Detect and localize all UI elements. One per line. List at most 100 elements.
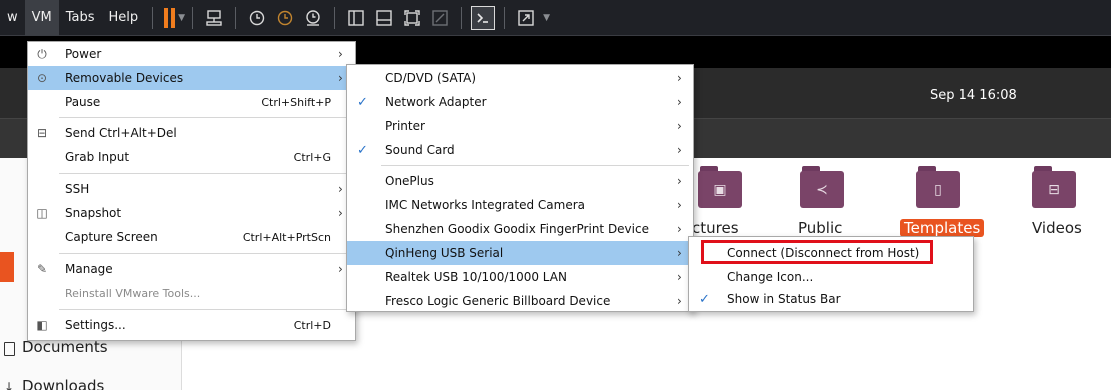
menu-item-label: Removable Devices [65,71,184,85]
menu-item-grab-input[interactable]: Grab Input Ctrl+G [28,145,355,169]
menu-item-oneplus[interactable]: OnePlus › [347,169,693,193]
check-icon: ✓ [357,94,368,110]
folder-label-pictures[interactable]: ctures [692,219,739,237]
toolbar-separator [152,6,154,29]
keyboard-network-icon: ⊟ [36,126,48,140]
folder-videos[interactable]: ⊟ [1032,166,1076,208]
menu-item-label: Power [65,47,102,61]
pause-icon[interactable] [164,7,176,28]
menu-item-label: Snapshot [65,206,122,220]
chevron-right-icon: › [338,206,343,220]
menu-item-label: Settings... [65,318,126,332]
menu-item-label: Send Ctrl+Alt+Del [65,126,177,140]
shortcut-label: Ctrl+D [293,318,331,332]
folder-label-templates[interactable]: Templates [900,219,985,237]
share-icon: ≺ [800,171,844,208]
menu-item-capture-screen[interactable]: Capture Screen Ctrl+Alt+PrtScn [28,225,355,249]
menu-item-label: CD/DVD (SATA) [385,71,477,85]
menu-separator [59,253,351,254]
toolbar-separator [461,6,463,29]
chevron-down-icon[interactable]: ▼ [543,13,550,23]
pictures-icon: ▣ [698,171,742,208]
menu-item-removable-devices[interactable]: ⊙ Removable Devices › [28,66,355,90]
menu-item-label: Pause [65,95,101,109]
highlight-box [701,240,933,264]
folder-label-videos[interactable]: Videos [1032,219,1082,237]
shortcut-label: Ctrl+Shift+P [261,95,331,109]
send-ctrl-alt-del-icon[interactable] [202,6,226,30]
menu-vm[interactable]: VM [24,0,59,36]
usb-device-icon: ⊙ [36,71,48,85]
console-view-icon[interactable] [471,5,496,30]
menu-item-snapshot[interactable]: ◫ Snapshot › [28,201,355,225]
sidebar-item-downloads[interactable]: Downloads [22,377,104,390]
chevron-right-icon: › [677,246,682,260]
thumbnail-bar-icon[interactable] [372,6,396,30]
menu-item-cd-dvd[interactable]: CD/DVD (SATA) › [347,66,693,90]
folder-templates[interactable]: ▯ [916,166,960,208]
check-icon: ✓ [357,142,368,158]
chevron-right-icon: › [677,95,682,109]
menu-item-label: SSH [65,182,90,196]
stretch-guest-icon[interactable] [514,6,538,30]
documents-icon [4,342,15,356]
downloads-icon: ↓ [4,380,15,390]
chevron-down-icon[interactable]: ▼ [178,13,185,23]
menu-item-label: Reinstall VMware Tools... [65,286,201,300]
menu-help[interactable]: Help [102,0,146,36]
full-screen-icon[interactable] [400,6,424,30]
folder-label-public[interactable]: Public [798,219,842,237]
vmware-toolbar: w VM Tabs Help ▼ ▼ [0,0,1111,36]
menu-tabs[interactable]: Tabs [59,0,102,36]
menu-item-sound-card[interactable]: ✓ Sound Card › [347,138,693,162]
menu-item-label: Sound Card [385,143,455,157]
chevron-right-icon: › [677,222,682,236]
menu-item-fresco-billboard[interactable]: Fresco Logic Generic Billboard Device › [347,289,693,313]
menu-item-label: Capture Screen [65,230,158,244]
menu-item-show-in-status-bar[interactable]: ✓ Show in Status Bar [689,287,973,311]
toolbar-separator [235,6,237,29]
chevron-right-icon: › [338,182,343,196]
removable-devices-menu: CD/DVD (SATA) › ✓ Network Adapter › Prin… [346,64,694,312]
menu-item-printer[interactable]: Printer › [347,114,693,138]
menu-item-manage[interactable]: ✎ Manage › [28,257,355,281]
menu-separator [59,173,351,174]
menu-item-settings[interactable]: ◧ Settings... Ctrl+D [28,313,355,337]
menu-item-label: Manage [65,262,113,276]
settings-icon: ◧ [36,318,48,332]
menu-item-label: Shenzhen Goodix Goodix FingerPrint Devic… [385,222,649,236]
folder-pictures[interactable]: ▣ [698,166,742,208]
menu-item-pause[interactable]: Pause Ctrl+Shift+P [28,90,355,114]
usb-device-menu: Connect (Disconnect from Host) Change Ic… [688,236,974,312]
unity-icon [428,6,452,30]
menu-item-imc-camera[interactable]: IMC Networks Integrated Camera › [347,193,693,217]
menu-item-realtek-lan[interactable]: Realtek USB 10/100/1000 LAN › [347,265,693,289]
chevron-right-icon: › [677,174,682,188]
vm-menu: ⏻ Power › ⊙ Removable Devices › Pause Ct… [27,41,356,341]
snapshot-take-icon[interactable] [245,6,269,30]
menu-item-label: Network Adapter [385,95,487,109]
snapshot-manager-icon[interactable] [301,6,325,30]
menu-view[interactable]: w [0,0,25,36]
menu-item-network-adapter[interactable]: ✓ Network Adapter › [347,90,693,114]
menu-item-change-icon[interactable]: Change Icon... [689,265,973,289]
menu-item-qinheng-usb-serial[interactable]: QinHeng USB Serial › [347,241,693,265]
menu-item-send-ctrl-alt-del[interactable]: ⊟ Send Ctrl+Alt+Del [28,121,355,145]
menu-separator [59,117,351,118]
library-view-icon[interactable] [344,6,368,30]
menu-item-ssh[interactable]: SSH › [28,177,355,201]
menu-item-label: OnePlus [385,174,434,188]
chevron-right-icon: › [677,294,682,308]
menu-item-label: IMC Networks Integrated Camera [385,198,586,212]
menu-item-power[interactable]: ⏻ Power › [28,42,355,66]
snapshot-icon: ◫ [36,206,48,220]
toolbar-separator [192,6,194,29]
folder-public[interactable]: ≺ [800,166,844,208]
menu-item-goodix-fingerprint[interactable]: Shenzhen Goodix Goodix FingerPrint Devic… [347,217,693,241]
check-icon: ✓ [699,291,710,307]
chevron-right-icon: › [338,262,343,276]
guest-clock[interactable]: Sep 14 16:08 [930,88,1017,103]
menu-item-label: Change Icon... [727,270,814,284]
chevron-right-icon: › [338,71,343,85]
menu-item-label: Realtek USB 10/100/1000 LAN [385,270,567,284]
